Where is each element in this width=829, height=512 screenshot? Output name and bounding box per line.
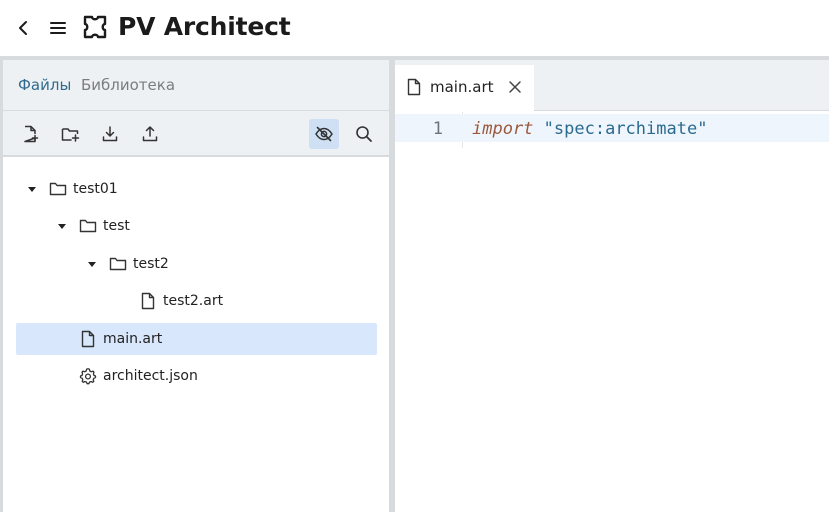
editor-tab-label: main.art <box>430 78 494 96</box>
explorer-toolbar <box>3 111 389 157</box>
gear-icon <box>79 367 97 385</box>
tab-files[interactable]: Файлы <box>18 75 71 95</box>
code-text[interactable]: import "spec:archimate" <box>472 118 707 140</box>
code-keyword: import <box>472 119 534 139</box>
file-icon <box>407 78 421 96</box>
file-explorer-panel: Файлы Библиотека test01 test test2 test2… <box>0 60 389 512</box>
caret-down-icon[interactable] <box>26 183 38 195</box>
line-number: 1 <box>432 119 443 139</box>
close-tab-button[interactable] <box>505 77 525 97</box>
upload-button[interactable] <box>135 119 165 149</box>
app-title: PV Architect <box>118 12 291 41</box>
close-icon <box>509 81 521 93</box>
tree-label: test2 <box>133 256 169 272</box>
tree-folder-test01[interactable]: test01 <box>16 173 377 205</box>
code-editor[interactable]: 1 import "spec:archimate" <box>395 112 829 512</box>
tree-label: test2.art <box>163 293 224 309</box>
search-icon <box>356 126 372 142</box>
tree-file-architect-json[interactable]: architect.json <box>16 360 377 392</box>
tree-file-test2-art[interactable]: test2.art <box>16 285 377 317</box>
new-file-icon <box>24 125 39 143</box>
tree-folder-test[interactable]: test <box>16 210 377 242</box>
file-icon <box>79 330 97 348</box>
code-line-active[interactable]: 1 import "spec:archimate" <box>395 114 829 142</box>
tree-folder-test2[interactable]: test2 <box>16 248 377 280</box>
editor-tab-main-art[interactable]: main.art <box>395 65 534 111</box>
search-button[interactable] <box>349 119 379 149</box>
folder-icon <box>109 255 127 273</box>
upload-icon <box>142 126 158 142</box>
toggle-hidden-button[interactable] <box>309 119 339 149</box>
folder-icon <box>49 180 67 198</box>
file-tree: test01 test test2 test2.art main.art arc… <box>3 159 389 512</box>
folder-icon <box>79 217 97 235</box>
tree-label: test <box>103 218 130 234</box>
new-file-button[interactable] <box>15 119 45 149</box>
eye-off-icon <box>315 126 333 142</box>
caret-down-icon[interactable] <box>86 258 98 270</box>
puzzle-logo-icon <box>83 15 107 39</box>
app-header: PV Architect <box>0 0 829 56</box>
download-icon <box>102 126 118 142</box>
chevron-left-icon <box>19 21 27 35</box>
editor-panel: main.art 1 import "spec:archimate" <box>395 60 829 512</box>
back-button[interactable] <box>11 16 35 40</box>
tab-library[interactable]: Библиотека <box>81 75 175 95</box>
new-folder-icon <box>61 128 80 142</box>
code-string: "spec:archimate" <box>543 119 708 139</box>
hamburger-menu-icon <box>50 22 66 34</box>
tree-label: main.art <box>103 331 163 347</box>
download-button[interactable] <box>95 119 125 149</box>
explorer-tabs: Файлы Библиотека <box>3 60 389 111</box>
tree-label: architect.json <box>103 368 198 384</box>
menu-button[interactable] <box>46 16 70 40</box>
editor-tabs: main.art <box>395 60 829 111</box>
caret-down-icon[interactable] <box>56 220 68 232</box>
new-folder-button[interactable] <box>55 119 85 149</box>
file-icon <box>139 292 157 310</box>
tree-label: test01 <box>73 181 118 197</box>
tree-file-main-art[interactable]: main.art <box>16 323 377 355</box>
